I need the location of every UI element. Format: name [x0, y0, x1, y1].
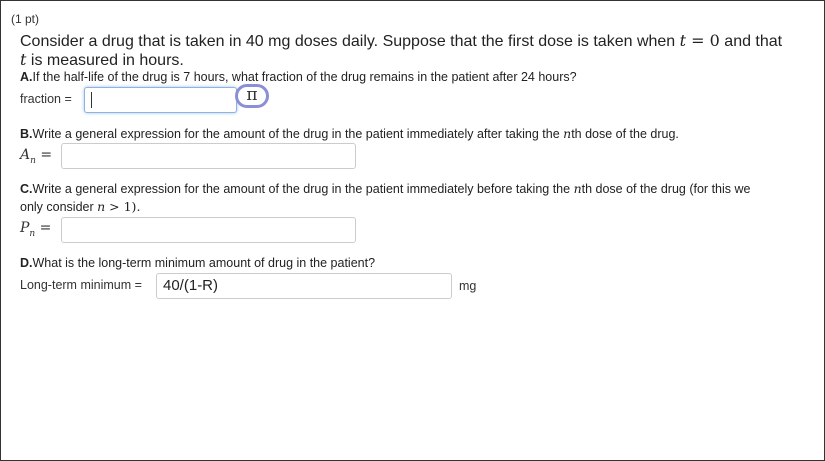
a-n-input[interactable]: [61, 143, 356, 169]
p-eq: =: [35, 220, 52, 236]
problem-frame: (1 pt) Consider a drug that is taken in …: [0, 0, 825, 461]
a-n-label: An =: [20, 147, 52, 166]
equals-zero: = 0: [686, 31, 720, 50]
intro-text-2: and that: [719, 33, 783, 50]
part-c-text-3: only consider: [20, 200, 98, 214]
part-b-letter: B.: [20, 127, 33, 141]
intro-text-1: Consider a drug that is taken in 40 mg d…: [20, 33, 680, 50]
text-caret: [91, 92, 92, 109]
part-b-text-1: Write a general expression for the amoun…: [32, 127, 564, 141]
p-n-input[interactable]: [61, 217, 356, 243]
long-term-minimum-label: Long-term minimum =: [20, 278, 142, 292]
part-d-question: D.What is the long-term minimum amount o…: [20, 256, 375, 270]
a-var: A: [20, 147, 31, 163]
pi-icon[interactable]: π: [235, 84, 269, 108]
p-var: P: [20, 220, 30, 236]
a-eq: =: [35, 147, 53, 163]
part-c-condition: only consider n > 1).: [20, 199, 140, 214]
intro-text-3: is measured in hours.: [26, 52, 184, 69]
part-c-text-1: Write a general expression for the amoun…: [32, 182, 574, 196]
n-variable-3: n: [97, 199, 106, 214]
unit-label: mg: [459, 279, 477, 293]
problem-intro: Consider a drug that is taken in 40 mg d…: [20, 32, 782, 70]
n-variable: n: [563, 126, 572, 141]
points-label: (1 pt): [11, 12, 40, 26]
part-b-text-2: th dose of the drug.: [571, 127, 679, 141]
fraction-input[interactable]: [84, 87, 237, 113]
part-a-letter: A.: [20, 70, 33, 84]
part-d-text: What is the long-term minimum amount of …: [32, 256, 376, 270]
part-c-text-2: th dose of the drug (for this we: [581, 182, 751, 196]
p-n-label: Pn =: [20, 220, 51, 239]
part-c-question: C.Write a general expression for the amo…: [20, 181, 750, 196]
fraction-label: fraction =: [20, 92, 72, 106]
long-term-minimum-input[interactable]: 40/(1-R): [156, 273, 452, 299]
part-b-question: B.Write a general expression for the amo…: [20, 126, 679, 141]
part-d-letter: D.: [20, 256, 33, 270]
part-c-letter: C.: [20, 182, 33, 196]
part-a-question: A.If the half-life of the drug is 7 hour…: [20, 70, 577, 84]
n-variable-2: n: [573, 181, 582, 196]
part-a-text: If the half-life of the drug is 7 hours,…: [32, 70, 577, 84]
n-condition: > 1).: [105, 199, 141, 214]
